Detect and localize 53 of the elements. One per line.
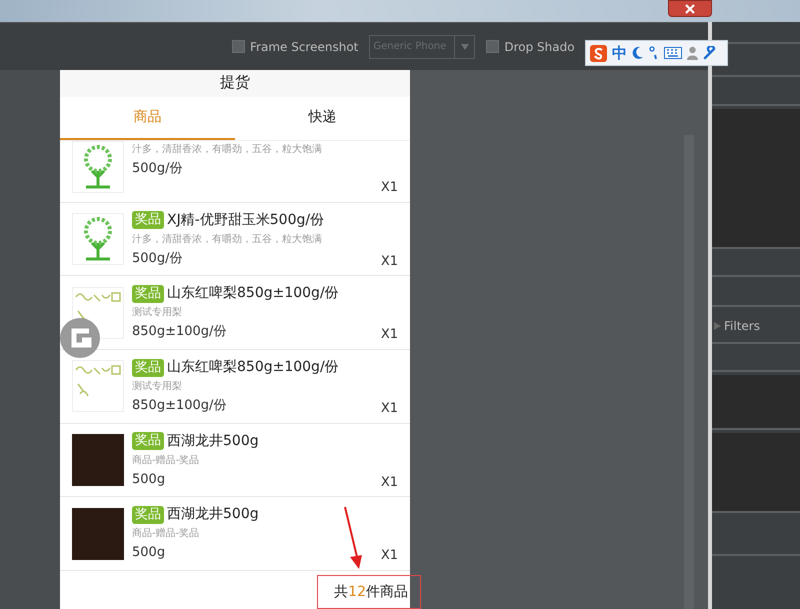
product-weight: 850g±100g/份 (132, 397, 228, 416)
prize-tag: 奖品 (132, 358, 164, 377)
product-weight: 500g (132, 470, 166, 489)
input-mode-toggle[interactable]: 中 (612, 46, 627, 60)
keyboard-icon[interactable] (664, 47, 682, 59)
product-quantity: X1 (380, 547, 398, 566)
close-icon (684, 4, 696, 14)
product-quantity: X1 (380, 400, 398, 418)
prize-tag: 奖品 (132, 284, 164, 303)
product-quantity: X1 (380, 326, 398, 344)
product-quantity: X1 (380, 179, 398, 198)
product-description: 汁多，清甜香浓，有嚼劲，五谷，粒大饱满 (132, 142, 323, 157)
filters-label: Filters (724, 318, 760, 335)
product-weight: 850g±100g/份 (132, 323, 228, 342)
checkbox[interactable] (486, 40, 500, 53)
photo-placeholder (72, 508, 124, 560)
product-description: 汁多，清甜香浓，有嚼劲，五谷，粒大饱满 (132, 232, 323, 247)
wrench-icon[interactable] (703, 46, 717, 60)
product-quantity: X1 (380, 252, 398, 271)
product-title: 山东红啤梨850g±100g/份 (167, 358, 339, 378)
prize-tag: 奖品 (132, 432, 164, 450)
handwriting-image (72, 360, 124, 412)
photo-placeholder (72, 434, 124, 486)
moon-icon[interactable] (632, 46, 644, 60)
product-title: XJ精-优野甜玉米500g/份 (167, 210, 324, 230)
product-weight: 500g/份 (132, 160, 184, 178)
product-weight: 500g/份 (132, 250, 184, 268)
checkbox-label: Drop Shado (504, 38, 575, 56)
product-description: 测试专用梨 (132, 306, 183, 320)
product-description: 商品-赠品-奖品 (132, 454, 200, 468)
checkbox-label: Frame Screenshot (250, 38, 358, 56)
item-total: 共12件商品 (317, 574, 421, 609)
product-quantity: X1 (380, 474, 398, 492)
user-icon[interactable] (687, 46, 698, 60)
close-button[interactable] (668, 0, 712, 17)
dropdown-caret-icon (460, 44, 469, 50)
product-description: 测试专用梨 (132, 380, 183, 394)
punctuation-icon[interactable] (649, 46, 659, 60)
product-title: 西湖龙井500g (167, 505, 259, 524)
tree-image (72, 212, 124, 265)
product-description: 商品-赠品-奖品 (132, 526, 200, 542)
expand-icon[interactable] (714, 322, 721, 330)
floating-button-icon[interactable] (60, 318, 100, 358)
tab[interactable]: 商品 (60, 96, 235, 140)
ime-logo-icon[interactable] (590, 44, 607, 62)
checkbox[interactable] (232, 40, 245, 53)
product-weight: 500g (132, 544, 166, 562)
product-title: 西湖龙井500g (167, 432, 259, 451)
page-title: 提货 (60, 70, 410, 97)
prize-tag: 奖品 (132, 506, 164, 524)
prize-tag: 奖品 (132, 211, 164, 230)
tab[interactable]: 快递 (235, 96, 410, 140)
product-title: 山东红啤梨850g±100g/份 (167, 284, 339, 304)
